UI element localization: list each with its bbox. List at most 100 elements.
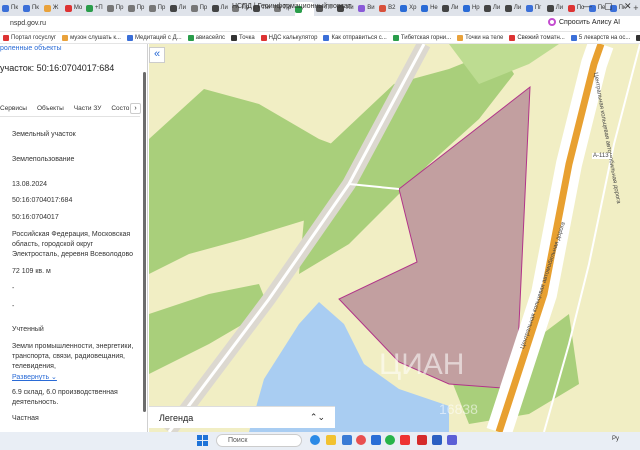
tab-parts[interactable]: Части ЗУ — [74, 105, 102, 112]
tab-label: Ви — [367, 5, 375, 11]
browser-tab[interactable]: Не — [421, 2, 440, 14]
tab-label: Хр — [409, 5, 417, 11]
bookmark-item[interactable]: Как отправиться с... — [323, 34, 387, 41]
browser-tab[interactable]: В2 — [379, 2, 398, 14]
teams-icon[interactable] — [447, 435, 457, 445]
yandex-browser-icon[interactable] — [356, 435, 366, 445]
tab-favicon-icon — [504, 4, 512, 12]
file-explorer-icon[interactable] — [326, 435, 336, 445]
bookmark-label: Точки на теле — [465, 34, 504, 41]
browser-tab[interactable]: Пр — [190, 2, 210, 14]
browser-tab[interactable]: +П — [85, 2, 105, 14]
bookmark-item[interactable]: Точка — [231, 34, 255, 41]
mail-icon[interactable] — [371, 435, 381, 445]
browser-tab[interactable]: Пг — [525, 2, 545, 14]
tab-favicon-icon — [379, 4, 387, 12]
field-cadastral-number: 50:16:0704017:684 — [12, 197, 73, 204]
browser-tab[interactable]: Ли — [211, 2, 231, 14]
browser-tab[interactable]: Ли — [169, 2, 189, 14]
tabs-next-button[interactable]: › — [130, 103, 141, 114]
bookmark-item[interactable]: Тибетская горни... — [392, 34, 451, 41]
bookmark-icon — [392, 34, 399, 41]
panel-tabs: Сервисы Объекты Части ЗУ Состо — [0, 105, 139, 112]
minimize-icon[interactable]: — — [583, 1, 592, 11]
bookmark-label: Свежий томатн... — [517, 34, 565, 41]
bookmark-icon — [509, 34, 516, 41]
bookmark-item[interactable]: музон слушать к... — [62, 34, 121, 41]
tab-label: Ли — [492, 5, 501, 11]
edge-icon[interactable] — [310, 435, 320, 445]
address-bar[interactable]: nspd.gov.ru — [0, 16, 640, 32]
field-dash-1: - — [12, 285, 15, 292]
bookmark-item[interactable]: 5 лекарств на ос... — [570, 34, 630, 41]
tab-favicon-icon — [127, 4, 135, 12]
browser-tab[interactable]: Пк — [22, 2, 42, 14]
tab-label: Пк — [31, 5, 39, 11]
close-icon[interactable]: ✕ — [624, 1, 632, 12]
browser-tab[interactable]: Ли — [504, 2, 524, 14]
road-number-label: А-113 — [592, 153, 610, 159]
collapse-panel-button[interactable]: « — [149, 47, 165, 63]
browser-tab[interactable]: Ви — [358, 2, 377, 14]
yandex-icon[interactable] — [400, 435, 410, 445]
tab-state[interactable]: Состо — [111, 105, 129, 112]
windows-start-icon[interactable] — [197, 435, 208, 446]
browser-tab[interactable]: Пр — [106, 2, 126, 14]
active-tab-title[interactable]: НСПД | Геоинформационный портал — [232, 3, 352, 10]
browser-tab[interactable]: Ли — [442, 2, 461, 14]
bookmark-label: Как отправиться с... — [331, 34, 387, 41]
bookmark-label: НДС калькулятор — [268, 34, 318, 41]
browser-tab[interactable]: Пр — [148, 2, 168, 14]
new-tab-button[interactable]: + — [632, 3, 640, 13]
pdf-icon[interactable] — [417, 435, 427, 445]
bookmark-item[interactable]: Свежий томатн... — [509, 34, 565, 41]
browser-tab[interactable]: Мо — [64, 2, 84, 14]
bookmark-icon — [570, 34, 577, 41]
back-link[interactable]: роленные объекты — [0, 45, 62, 52]
tab-label: Ли — [513, 5, 522, 11]
expand-link[interactable]: Развернуть ⌄ — [12, 373, 137, 383]
tab-label: Пр — [199, 5, 208, 11]
field-cadastral-quarter: 50:16:0704017 — [12, 214, 59, 221]
whatsapp-icon[interactable] — [385, 435, 395, 445]
browser-tab[interactable]: Ли — [546, 2, 566, 14]
bookmark-label: Портал госуслуг — [11, 34, 57, 41]
bookmark-item[interactable]: Портал госуслуг — [3, 34, 57, 41]
maximize-icon[interactable]: ▢ — [604, 1, 613, 12]
browser-tab[interactable]: Пк — [2, 2, 21, 14]
bookmark-item[interactable]: НДС калькулятор — [260, 34, 318, 41]
browser-tab[interactable]: Пр — [127, 2, 147, 14]
tab-label: Пк — [11, 5, 18, 11]
language-indicator[interactable]: Ру — [612, 436, 619, 442]
store-icon[interactable] — [342, 435, 352, 445]
browser-tab[interactable]: Ли — [483, 2, 503, 14]
tab-label: Ли — [178, 5, 186, 11]
tab-favicon-icon — [358, 4, 366, 12]
tab-objects[interactable]: Объекты — [37, 105, 64, 112]
map-canvas[interactable]: ЦИАН 16838 — [149, 44, 640, 432]
bookmarks-bar: Портал госуслуг музон слушать к... Медитац… — [0, 32, 640, 44]
browser-tab[interactable]: Нр — [462, 2, 482, 14]
alisa-button[interactable]: Спросить Алису AI — [548, 18, 620, 26]
browser-tab[interactable]: Хр — [400, 2, 419, 14]
tab-services[interactable]: Сервисы — [0, 105, 27, 112]
bookmark-item[interactable]: Точки на теле — [457, 34, 504, 41]
tab-favicon-icon — [400, 4, 408, 12]
bookmark-icon — [457, 34, 464, 41]
tab-favicon-icon — [22, 4, 30, 12]
url-text[interactable]: nspd.gov.ru — [10, 20, 46, 27]
taskbar-search[interactable]: Поиск — [216, 434, 302, 447]
bookmark-item[interactable]: авиасейлс — [187, 34, 226, 41]
panel-scrollbar[interactable] — [143, 72, 146, 412]
field-area: 72 109 кв. м — [12, 268, 51, 275]
bookmark-label: авиасейлс — [195, 34, 226, 41]
bookmark-item[interactable]: Медитаций с Д... — [126, 34, 182, 41]
tab-favicon-icon — [169, 4, 177, 12]
legend-dropdown[interactable]: Легенда ⌃⌄ — [149, 406, 335, 428]
browser-tab[interactable]: Ж — [43, 2, 63, 14]
word-icon[interactable] — [432, 435, 442, 445]
bookmark-item[interactable]: Точечный — [636, 34, 640, 41]
tab-label: Ли — [555, 5, 564, 11]
tab-label: Не — [430, 5, 438, 11]
field-land-category: Земли промышленности, энергетики, трансп… — [12, 343, 134, 370]
